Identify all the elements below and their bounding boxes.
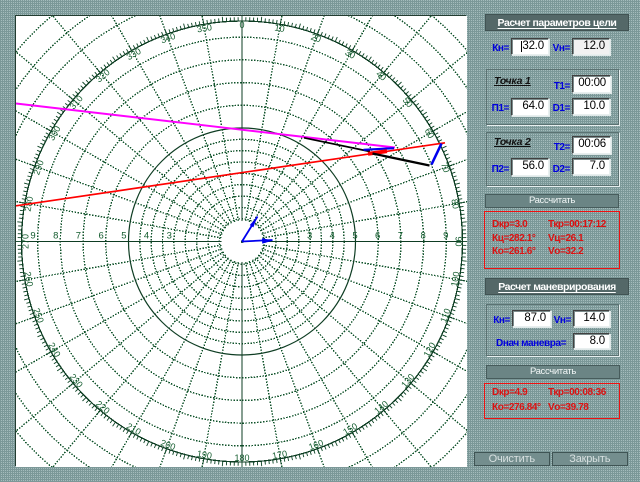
svg-text:10: 10 [274, 23, 286, 35]
svg-text:7: 7 [398, 231, 403, 242]
svg-text:6: 6 [375, 231, 380, 242]
svg-text:270: 270 [21, 234, 31, 249]
svg-text:7: 7 [76, 231, 81, 242]
svg-text:6: 6 [99, 231, 104, 242]
svg-text:5: 5 [352, 231, 357, 242]
svg-text:0: 0 [239, 20, 244, 30]
svg-text:9: 9 [30, 231, 35, 242]
svg-text:180: 180 [234, 453, 249, 463]
svg-text:9: 9 [443, 231, 448, 242]
svg-text:3: 3 [307, 231, 312, 242]
svg-text:8: 8 [420, 231, 425, 242]
svg-text:4: 4 [144, 231, 149, 242]
svg-text:4: 4 [330, 231, 335, 242]
svg-text:90: 90 [454, 236, 464, 246]
svg-text:5: 5 [121, 231, 126, 242]
svg-text:3: 3 [167, 231, 172, 242]
svg-text:8: 8 [53, 231, 58, 242]
svg-text:80: 80 [449, 198, 461, 210]
